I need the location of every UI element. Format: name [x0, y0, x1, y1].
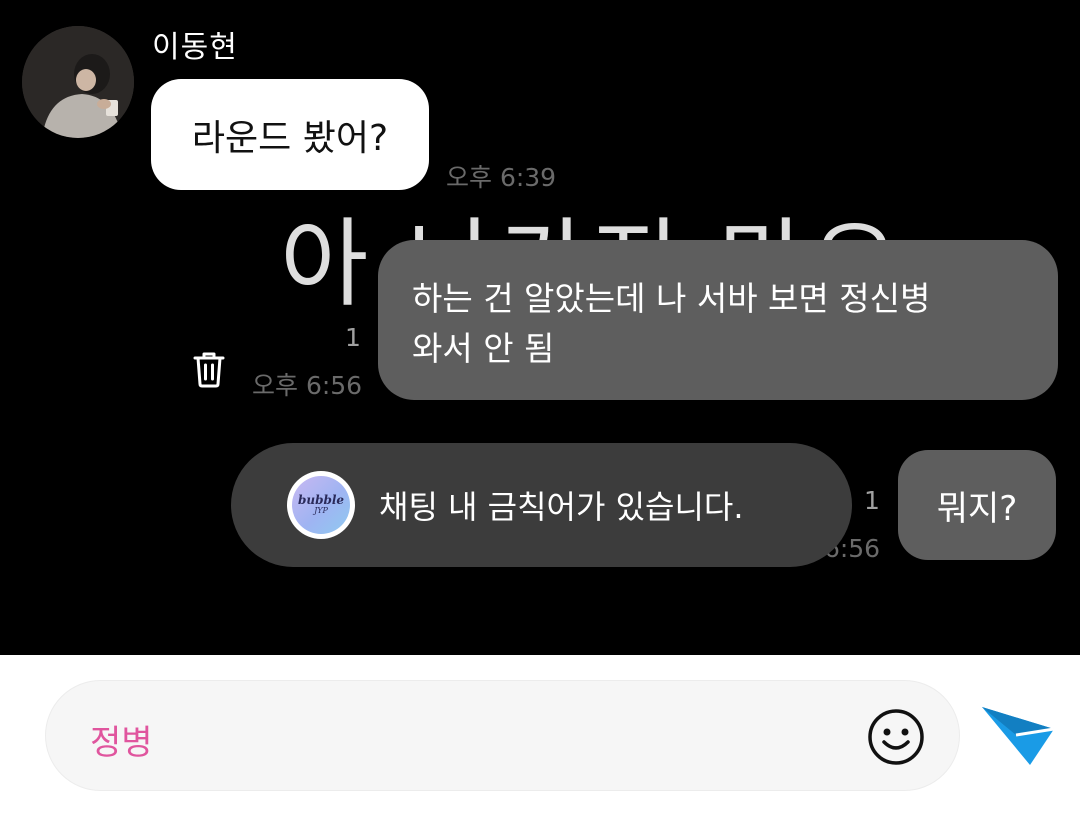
- avatar-photo: [22, 26, 134, 138]
- outgoing-message-time: 오후 6:56: [252, 371, 363, 400]
- message-composer: 정병: [0, 655, 1080, 816]
- message-input-value[interactable]: 정병: [90, 715, 153, 764]
- bubble-logo-subtext: JYP: [314, 506, 328, 515]
- sender-avatar[interactable]: [22, 26, 134, 138]
- paper-plane-icon: [982, 707, 1055, 765]
- message-list[interactable]: 이동현 라운드 봤어? 오후 6:39 아 나가지 마요 1 오후 6:56 하…: [0, 0, 1080, 655]
- banned-word-toast: bubble JYP 채팅 내 금칙어가 있습니다.: [231, 443, 852, 567]
- outgoing-message-bubble[interactable]: 뭐지?: [898, 450, 1056, 560]
- message-input[interactable]: 정병: [45, 680, 960, 791]
- incoming-message-bubble[interactable]: 라운드 봤어?: [151, 79, 429, 190]
- unread-count: 1: [345, 323, 361, 352]
- toast-message: 채팅 내 금칙어가 있습니다.: [379, 488, 744, 526]
- unread-count: 1: [864, 486, 880, 515]
- smiley-icon: [868, 709, 924, 765]
- send-button[interactable]: [980, 705, 1056, 767]
- emoji-button[interactable]: [866, 707, 926, 767]
- trash-icon: [193, 352, 225, 388]
- chat-screen: 이동현 라운드 봤어? 오후 6:39 아 나가지 마요 1 오후 6:56 하…: [0, 0, 1080, 816]
- outgoing-message-line-2: 와서 안 됨: [412, 329, 555, 368]
- bubble-logo-text: bubble: [297, 493, 345, 507]
- bubble-logo: bubble JYP: [287, 471, 355, 539]
- outgoing-message-bubble[interactable]: 하는 건 알았는데 나 서바 보면 정신병 와서 안 됨: [378, 240, 1058, 400]
- sender-name: 이동현: [152, 30, 238, 65]
- outgoing-message-line-1: 하는 건 알았는데 나 서바 보면 정신병: [412, 279, 931, 318]
- delete-icon[interactable]: [192, 350, 226, 388]
